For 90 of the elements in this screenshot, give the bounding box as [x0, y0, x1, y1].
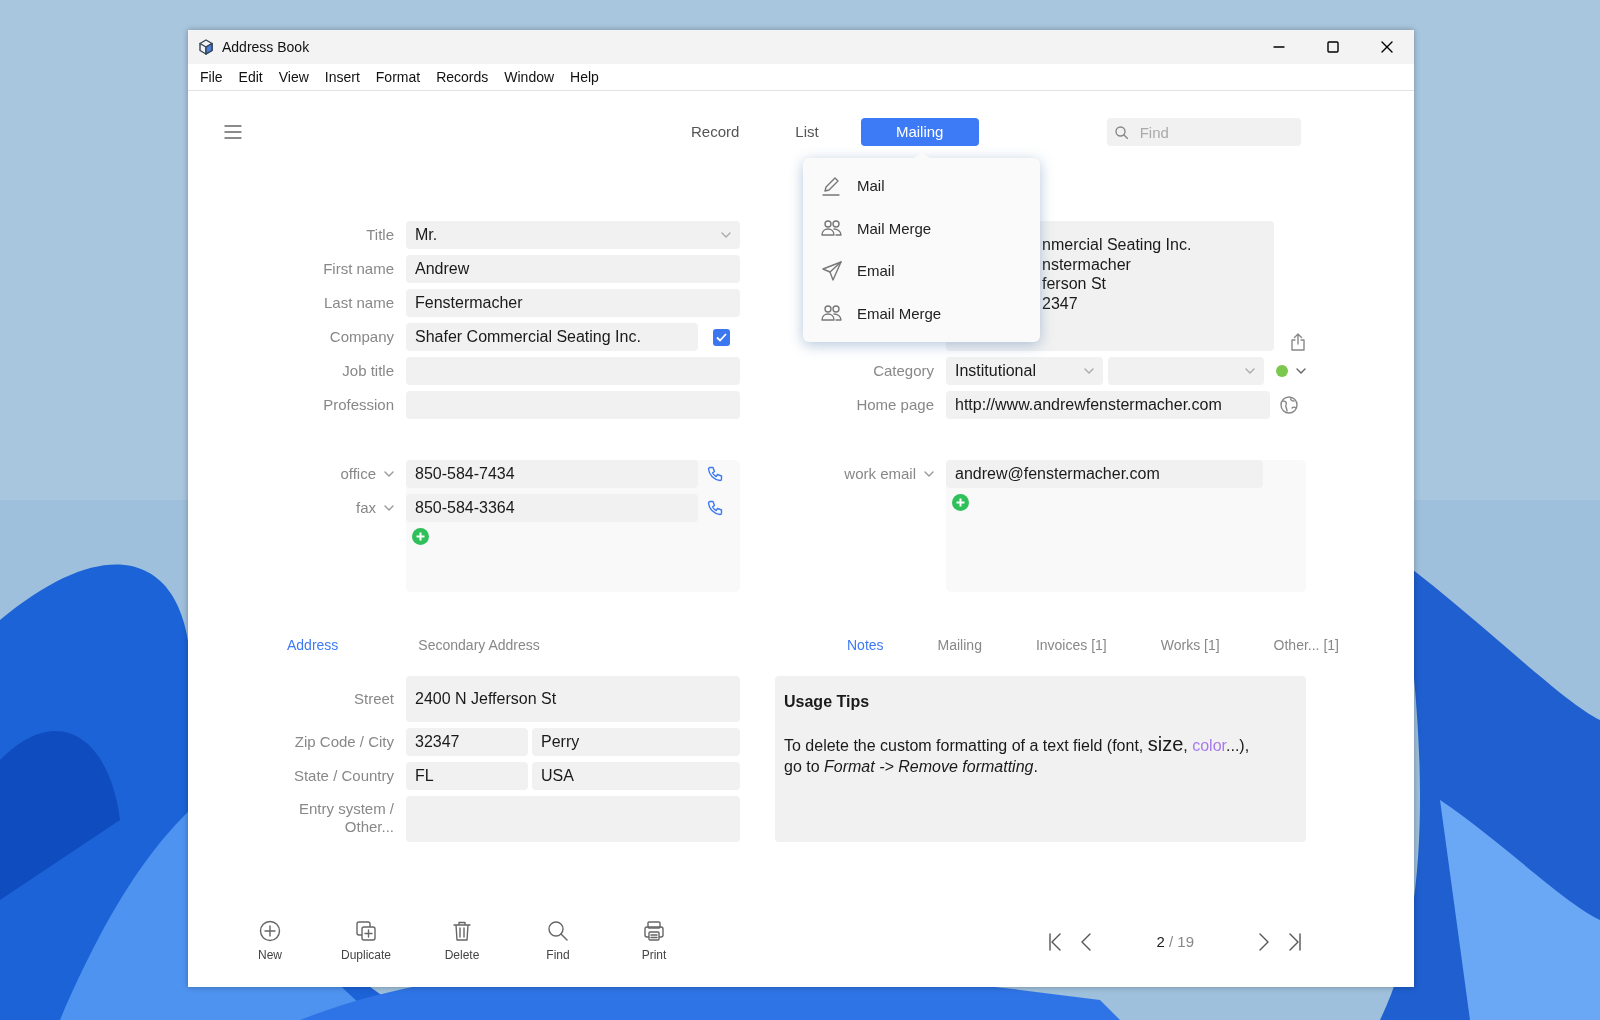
- tab[interactable]: Other... [1]: [1273, 635, 1339, 656]
- first-button[interactable]: [1048, 930, 1063, 954]
- check-icon: [716, 332, 727, 342]
- menu-item[interactable]: Records: [428, 66, 497, 88]
- notes-area[interactable]: Usage Tips To delete the custom formatting of a text field (font, size, color...), go to Format -> Remove formatting.: [775, 676, 1306, 842]
- field-label: Last name: [322, 292, 394, 313]
- menu-item[interactable]: Format: [367, 66, 429, 88]
- category-dropdown[interactable]: Institutional: [946, 357, 1104, 385]
- tab[interactable]: Address: [287, 635, 339, 656]
- last-button[interactable]: [1288, 930, 1302, 954]
- share-icon: [1290, 333, 1306, 351]
- menu-item[interactable]: Window: [496, 66, 563, 88]
- tab[interactable]: Invoices [1]: [1035, 635, 1107, 656]
- view-tab[interactable]: Mailing: [860, 118, 979, 146]
- first-icon: [1048, 932, 1063, 952]
- field-label: Company: [328, 326, 394, 347]
- input-field[interactable]: USA: [532, 762, 740, 790]
- tab[interactable]: Notes: [847, 635, 884, 656]
- view-tab[interactable]: List: [781, 118, 833, 146]
- send-icon: [821, 260, 843, 283]
- phone-icon: [707, 466, 723, 482]
- chevron-down-icon: [1296, 368, 1306, 374]
- search-field[interactable]: Find: [1106, 118, 1301, 146]
- toolbar-button[interactable]: Find: [523, 919, 593, 965]
- app-icon: [198, 39, 214, 55]
- view-tab[interactable]: Record: [677, 118, 754, 146]
- menu-item[interactable]: File: [192, 66, 231, 88]
- chevron-down-icon: [924, 471, 934, 477]
- add-icon[interactable]: [412, 528, 429, 545]
- field-label: Zip Code / City: [293, 731, 394, 752]
- input-field[interactable]: 850-584-7434: [406, 460, 698, 488]
- chevron-down-icon: [1084, 368, 1095, 374]
- menu-item[interactable]: Help: [562, 66, 607, 88]
- field-label: fax: [356, 497, 376, 518]
- search-icon: [547, 920, 569, 942]
- toolbar-button[interactable]: Duplicate: [331, 919, 401, 965]
- field-label: Category: [872, 360, 934, 381]
- pencil-icon: [821, 175, 843, 198]
- toolbar-button[interactable]: Print: [619, 919, 689, 965]
- checkbox[interactable]: [713, 328, 730, 346]
- menu-item[interactable]: Edit: [230, 66, 271, 88]
- title-dropdown[interactable]: Mr.: [406, 221, 740, 249]
- field-label: Profession: [322, 394, 394, 415]
- chevron-down-icon: [384, 505, 394, 511]
- field-label: State / Country: [292, 765, 394, 786]
- field-label: Home page: [855, 394, 934, 415]
- field-label: work email: [844, 463, 916, 484]
- tab[interactable]: Mailing: [937, 635, 982, 656]
- trash-icon: [451, 920, 473, 942]
- menu-item[interactable]: Insert: [316, 66, 368, 88]
- input-field[interactable]: FL: [406, 762, 528, 790]
- menu-item[interactable]: View: [270, 66, 317, 88]
- field-label: Street: [352, 688, 394, 709]
- chevron-down-icon: [1245, 368, 1256, 374]
- field-label: First name: [322, 258, 394, 279]
- input-field[interactable]: Fenstermacher: [406, 289, 740, 317]
- search-icon: [1114, 126, 1128, 139]
- field-label: Job title: [341, 360, 394, 381]
- tab[interactable]: Works [1]: [1160, 635, 1220, 656]
- chevron-down-icon: [384, 471, 394, 477]
- add-icon[interactable]: [952, 494, 969, 511]
- maximize-icon: [1327, 41, 1339, 53]
- page-counter: 2 / 19: [1156, 931, 1194, 952]
- input-field[interactable]: Shafer Commercial Seating Inc.: [406, 323, 698, 351]
- toolbar-button[interactable]: Delete: [427, 919, 497, 965]
- input-field[interactable]: http://www.andrewfenstermacher.com: [946, 391, 1270, 419]
- menu-icon: [224, 125, 242, 139]
- close-icon: [1381, 41, 1393, 53]
- chevron-down-icon: [721, 232, 731, 238]
- menu-item[interactable]: Mail: [803, 165, 1040, 208]
- field-label: office: [340, 463, 376, 484]
- field-label: Title: [365, 224, 394, 245]
- phone-icon: [707, 500, 723, 516]
- plus-circle-icon: [259, 920, 281, 942]
- notes-text: To delete the custom formatting of a text field (font, size, color...), go to Format -> Remove formatting.: [784, 734, 1250, 777]
- copy-plus-icon: [355, 920, 377, 942]
- last-icon: [1288, 932, 1302, 952]
- printer-icon: [643, 920, 665, 942]
- tab[interactable]: Secondary Address: [418, 635, 540, 656]
- input-field[interactable]: 850-584-3364: [406, 494, 698, 522]
- input-field[interactable]: 2400 N Jefferson St: [406, 676, 740, 722]
- input-field[interactable]: Andrew: [406, 255, 740, 283]
- globe-icon: [1280, 396, 1298, 414]
- input-field[interactable]: Perry: [532, 728, 740, 756]
- toolbar-button[interactable]: New: [235, 919, 305, 965]
- input-field[interactable]: 32347: [406, 728, 528, 756]
- window-title: Address Book: [222, 37, 310, 57]
- input-field[interactable]: andrew@fenstermacher.com: [946, 460, 1263, 488]
- field-label: Entry system / Other...: [297, 799, 394, 836]
- notes-title: Usage Tips: [784, 692, 870, 712]
